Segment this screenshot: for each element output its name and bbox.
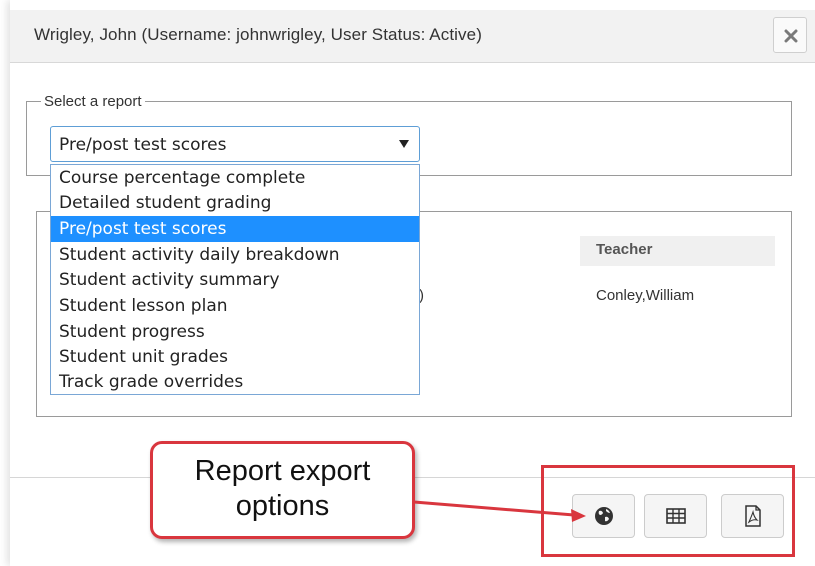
dropdown-option[interactable]: Student unit grades xyxy=(51,344,419,370)
dropdown-option-selected[interactable]: Pre/post test scores xyxy=(51,216,419,242)
dropdown-option[interactable]: Student lesson plan xyxy=(51,293,419,319)
report-select[interactable]: Pre/post test scores xyxy=(50,126,420,162)
close-button[interactable] xyxy=(773,17,807,53)
dropdown-option[interactable]: Student activity daily breakdown xyxy=(51,242,419,268)
teacher-name-cell: Conley,William xyxy=(596,287,695,304)
dropdown-option[interactable]: Student activity summary xyxy=(51,267,419,293)
chevron-down-icon xyxy=(399,140,409,148)
dropdown-option[interactable]: Student progress xyxy=(51,319,419,345)
callout-bubble: Report export options xyxy=(150,441,415,539)
dropdown-option[interactable]: Track grade overrides xyxy=(51,369,419,395)
teacher-column-label: Teacher xyxy=(596,241,653,258)
page: Wrigley, John (Username: johnwrigley, Us… xyxy=(0,0,815,566)
report-dropdown-list: Course percentage complete Detailed stud… xyxy=(50,164,420,395)
modal-title: Wrigley, John (Username: johnwrigley, Us… xyxy=(34,25,482,44)
dropdown-option[interactable]: Course percentage complete xyxy=(51,165,419,191)
callout-text: Report export options xyxy=(194,455,371,522)
report-select-value: Pre/post test scores xyxy=(59,135,227,155)
report-selector-legend: Select a report xyxy=(44,93,142,110)
dropdown-option[interactable]: Detailed student grading xyxy=(51,190,419,216)
teacher-column-header[interactable]: Teacher xyxy=(580,236,775,266)
export-options-highlight xyxy=(541,465,795,557)
modal-header: Wrigley, John (Username: johnwrigley, Us… xyxy=(10,10,815,63)
close-icon xyxy=(784,29,798,43)
